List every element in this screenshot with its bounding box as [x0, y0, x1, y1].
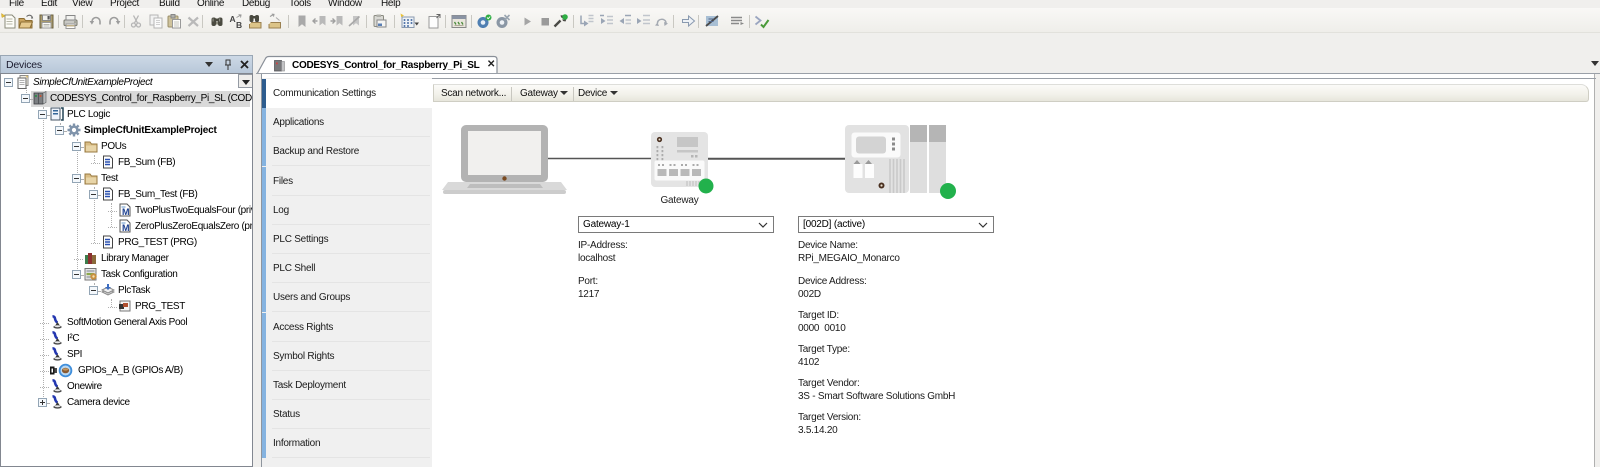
svg-text:A: A	[230, 14, 236, 24]
svg-text:M: M	[122, 223, 129, 233]
svg-text:M: M	[122, 207, 129, 217]
svg-text:B: B	[236, 20, 242, 30]
